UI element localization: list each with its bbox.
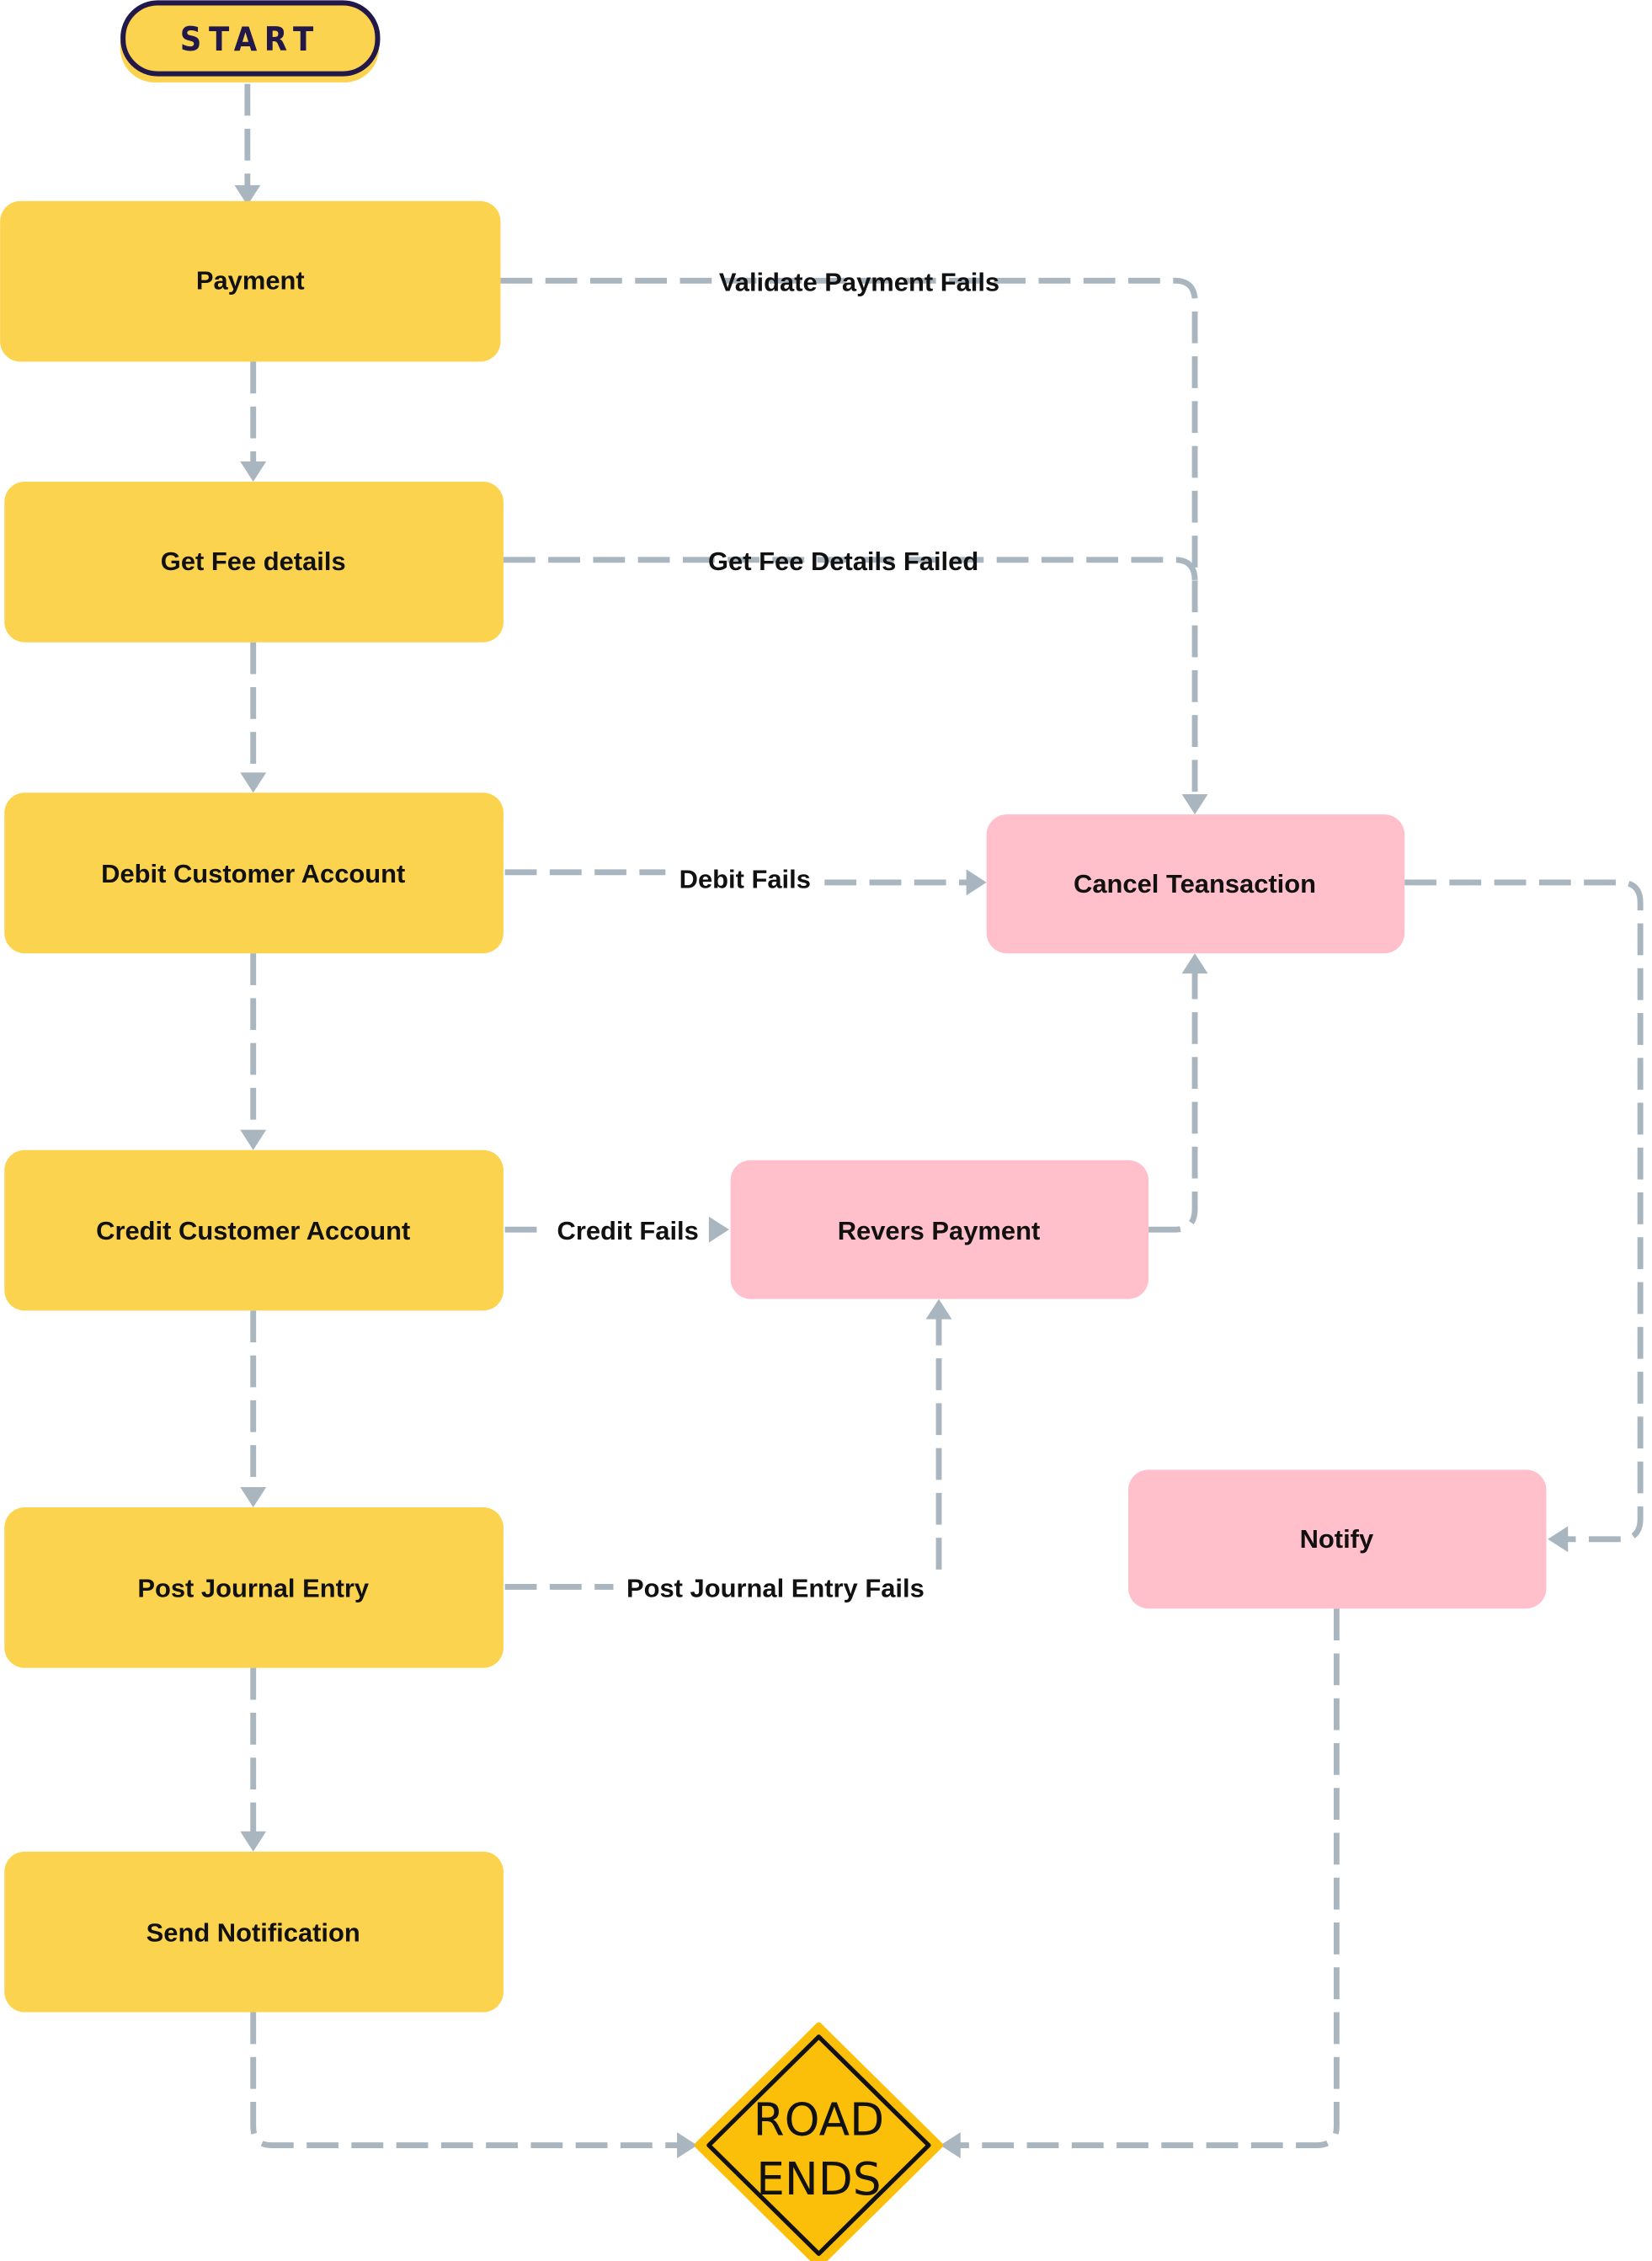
edge-notify-end <box>957 1608 1340 2149</box>
arrow-head-icon <box>1181 953 1208 974</box>
node-label: Revers Payment <box>838 1216 1041 1245</box>
start-label: START <box>180 20 321 59</box>
node-label: Get Fee details <box>161 547 346 576</box>
arrow-head-icon <box>1181 794 1208 815</box>
arrow-head-icon <box>966 869 987 896</box>
flowchart: Validate Payment Fails Get Fee Details F… <box>0 0 1644 2261</box>
edge-cancel-notify <box>1404 879 1644 1543</box>
edge-notification-end <box>250 2012 680 2149</box>
node-cancel-transaction[interactable]: Cancel Teansaction <box>986 814 1405 954</box>
arrow-head-icon <box>708 1216 729 1243</box>
edge-label-credit-fails: Credit Fails <box>557 1216 698 1245</box>
node-label: Cancel Teansaction <box>1074 869 1316 899</box>
sign-label-line2: ENDS <box>756 2153 881 2205</box>
node-payment[interactable]: Payment <box>0 200 501 362</box>
node-send-notification[interactable]: Send Notification <box>4 1851 504 2013</box>
node-notify[interactable]: Notify <box>1128 1469 1547 1609</box>
arrow-head-icon <box>1548 1526 1569 1553</box>
node-get-fee-details[interactable]: Get Fee details <box>4 482 504 643</box>
node-post-journal-entry[interactable]: Post Journal Entry <box>4 1507 504 1668</box>
arrow-head-icon <box>925 1298 952 1320</box>
connectors <box>234 83 1644 2159</box>
edge-label-validate-payment-fails: Validate Payment Fails <box>719 267 999 296</box>
arrow-head-icon <box>677 2132 698 2159</box>
node-label: Payment <box>196 266 305 296</box>
edge-label-debit-fails: Debit Fails <box>679 865 811 894</box>
node-label: Debit Customer Account <box>101 859 405 888</box>
arrow-head-icon <box>240 1831 267 1852</box>
node-label: Post Journal Entry <box>137 1574 370 1603</box>
node-credit-customer-account[interactable]: Credit Customer Account <box>4 1149 504 1311</box>
node-label: Credit Customer Account <box>96 1216 410 1245</box>
edge-labels: Validate Payment Fails Get Fee Details F… <box>557 267 999 1602</box>
edge-label-get-fee-details-failed: Get Fee Details Failed <box>708 547 978 576</box>
arrow-head-icon <box>240 1486 267 1507</box>
arrow-head-icon <box>240 1129 267 1150</box>
arrow-head-icon <box>240 461 267 483</box>
node-label: Send Notification <box>147 1917 360 1947</box>
edge-journal-revers <box>504 1316 942 1590</box>
road-ends-sign[interactable]: ROAD ENDS <box>694 2022 944 2261</box>
node-revers-payment[interactable]: Revers Payment <box>730 1160 1149 1299</box>
node-label: Notify <box>1300 1524 1374 1554</box>
edge-label-post-journal-entry-fails: Post Journal Entry Fails <box>626 1574 925 1603</box>
start-node[interactable]: START <box>120 0 381 83</box>
edge-payment-cancel <box>500 277 1198 796</box>
node-debit-customer-account[interactable]: Debit Customer Account <box>4 792 504 954</box>
edge-revers-cancel <box>1148 972 1198 1233</box>
arrow-head-icon <box>940 2132 961 2159</box>
arrow-head-icon <box>240 772 267 793</box>
sign-label-line1: ROAD <box>754 2094 884 2146</box>
